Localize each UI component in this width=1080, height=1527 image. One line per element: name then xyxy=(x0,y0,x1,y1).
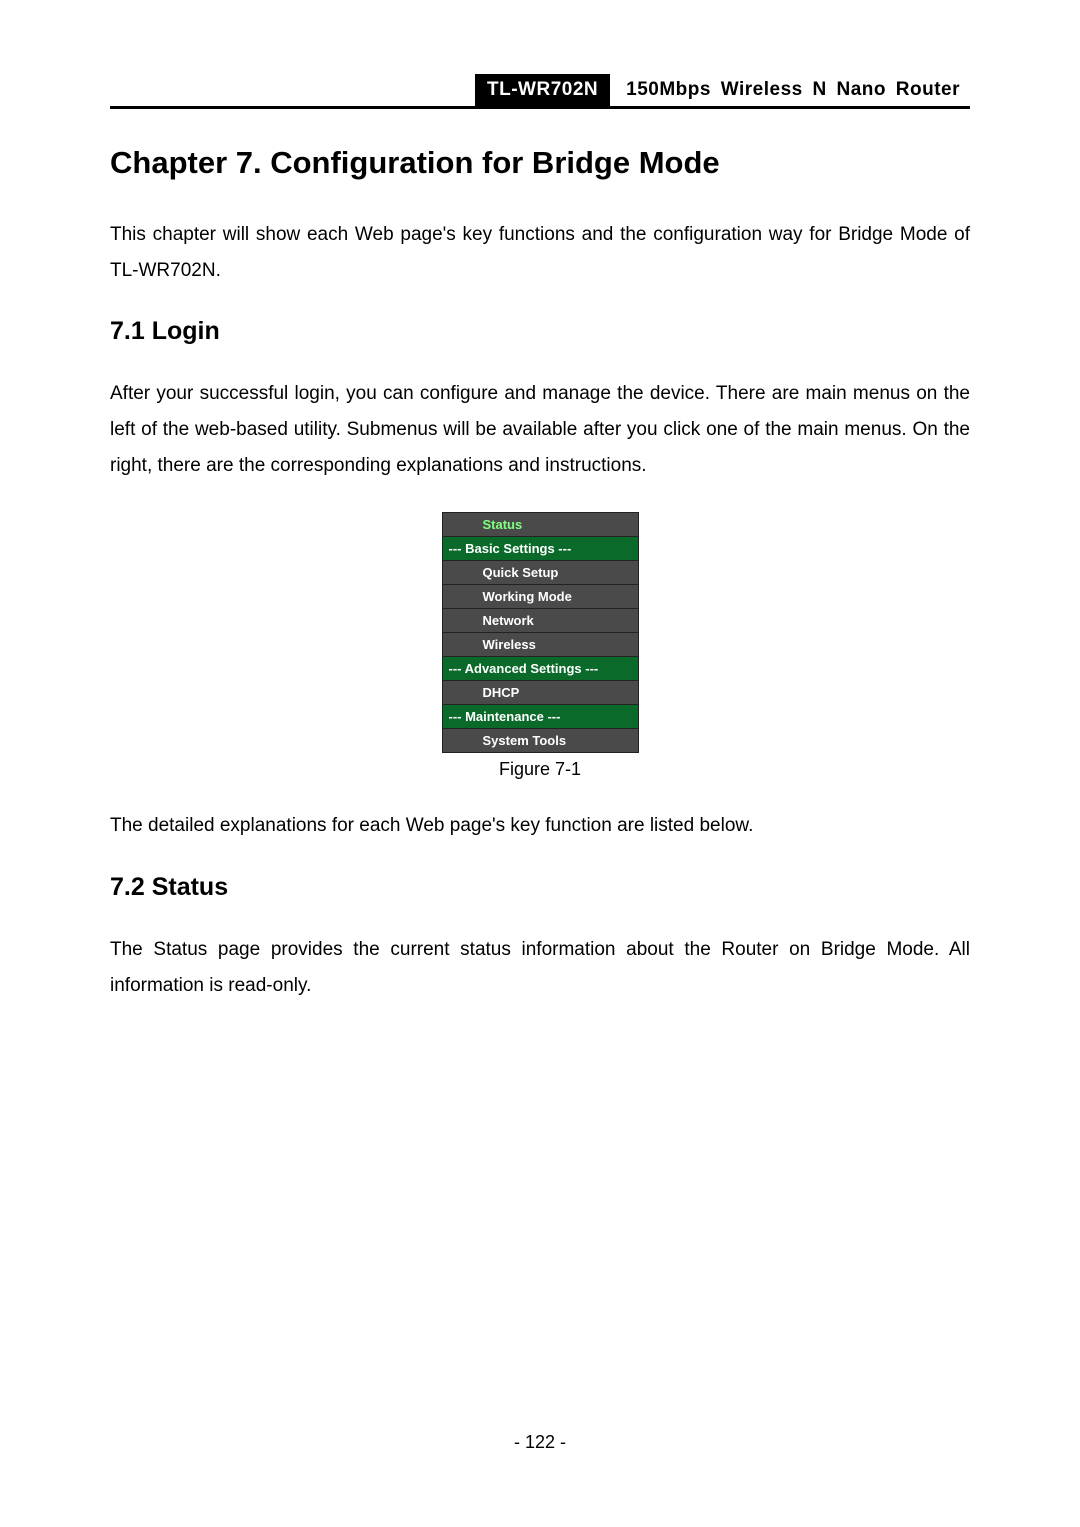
nav-item-network: Network xyxy=(443,609,638,633)
header-model-badge: TL-WR702N xyxy=(475,74,610,106)
section-login-paragraph: After your successful login, you can con… xyxy=(110,376,970,484)
nav-item-working-mode: Working Mode xyxy=(443,585,638,609)
section-status-title: 7.2 Status xyxy=(110,873,970,902)
nav-menu-figure: Status --- Basic Settings --- Quick Setu… xyxy=(442,512,639,753)
nav-section-maintenance: --- Maintenance --- xyxy=(443,705,638,729)
nav-item-wireless: Wireless xyxy=(443,633,638,657)
section-login-title: 7.1 Login xyxy=(110,317,970,346)
nav-section-basic-settings: --- Basic Settings --- xyxy=(443,537,638,561)
nav-item-system-tools: System Tools xyxy=(443,729,638,752)
document-header: TL-WR702N 150Mbps Wireless N Nano Router xyxy=(110,74,970,109)
chapter-title: Chapter 7. Configuration for Bridge Mode xyxy=(110,145,970,181)
page-number: - 122 - xyxy=(0,1432,1080,1453)
nav-item-dhcp: DHCP xyxy=(443,681,638,705)
nav-item-quick-setup: Quick Setup xyxy=(443,561,638,585)
section-status-paragraph: The Status page provides the current sta… xyxy=(110,932,970,1004)
chapter-intro-paragraph: This chapter will show each Web page's k… xyxy=(110,217,970,289)
nav-item-status: Status xyxy=(443,513,638,537)
section-login-footer-paragraph: The detailed explanations for each Web p… xyxy=(110,808,970,844)
nav-section-advanced-settings: --- Advanced Settings --- xyxy=(443,657,638,681)
header-product-title: 150Mbps Wireless N Nano Router xyxy=(610,74,970,106)
figure-caption: Figure 7-1 xyxy=(110,759,970,780)
